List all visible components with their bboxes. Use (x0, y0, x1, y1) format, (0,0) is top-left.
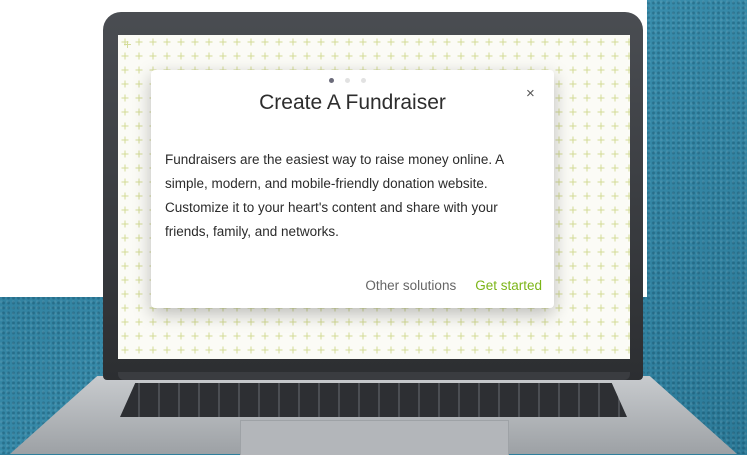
laptop-hinge (118, 372, 630, 380)
modal-title: Create A Fundraiser (259, 91, 446, 114)
pagination-dot-1[interactable] (329, 78, 334, 83)
other-solutions-button[interactable]: Other solutions (365, 278, 456, 293)
create-fundraiser-modal: Create A Fundraiser × Fundraisers are th… (151, 70, 554, 308)
laptop-trackpad (240, 420, 509, 455)
pagination-dots (329, 78, 366, 83)
get-started-button[interactable]: Get started (475, 278, 542, 293)
laptop-keyboard (120, 383, 627, 417)
pagination-dot-3[interactable] (361, 78, 366, 83)
modal-actions: Other solutions Get started (365, 278, 542, 293)
modal-body-text: Fundraisers are the easiest way to raise… (165, 152, 504, 239)
pagination-dot-2[interactable] (345, 78, 350, 83)
close-icon[interactable]: × (526, 85, 535, 102)
